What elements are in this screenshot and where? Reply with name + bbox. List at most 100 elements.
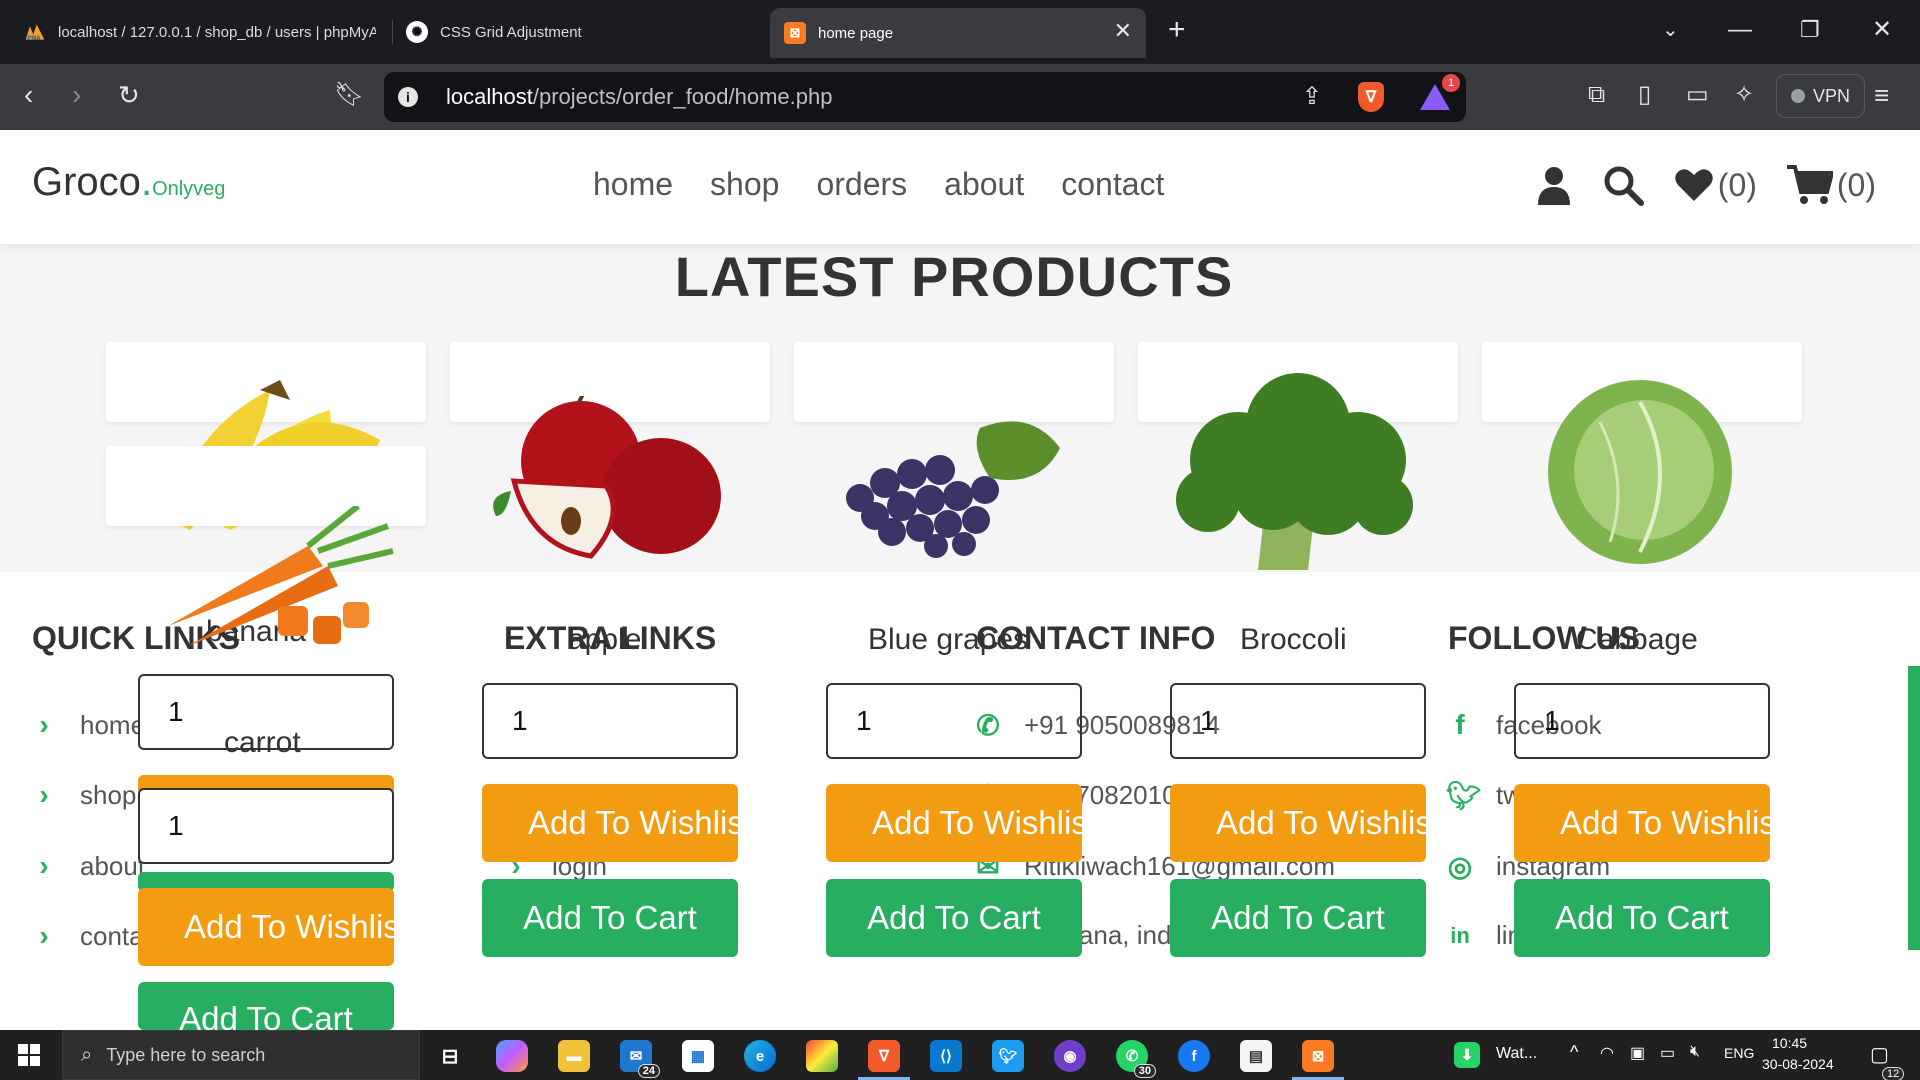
layers-app-icon[interactable]: [806, 1040, 838, 1072]
nav-contact[interactable]: contact: [1061, 166, 1164, 203]
menu-icon[interactable]: ≡: [1874, 80, 1889, 110]
page-scrollbar[interactable]: [1908, 666, 1920, 950]
url-text[interactable]: localhost/projects/order_food/home.php: [446, 84, 832, 110]
search-icon[interactable]: [1602, 164, 1644, 206]
mail-icon[interactable]: ✉ 24: [620, 1040, 660, 1078]
vscode-icon[interactable]: ⟨⟩: [930, 1040, 962, 1072]
leo-ai-icon[interactable]: ✧: [1734, 80, 1754, 110]
chevron-right-icon: ›: [39, 779, 49, 810]
grapes-image[interactable]: [830, 408, 1070, 558]
volume-mute-icon[interactable]: 🔇︎: [1690, 1043, 1700, 1061]
copilot-icon[interactable]: [496, 1040, 528, 1072]
product-name: Cabbage: [1576, 623, 1698, 656]
vpn-button[interactable]: VPN: [1776, 74, 1866, 118]
close-window-button[interactable]: ✕: [1872, 16, 1892, 44]
user-icon[interactable]: [1536, 165, 1572, 205]
tab-phpmyadmin[interactable]: PMA localhost / 127.0.0.1 / shop_db / us…: [10, 8, 390, 56]
whatsapp-tray-icon[interactable]: ⬇: [1454, 1042, 1480, 1068]
footer-link-home[interactable]: › home: [30, 709, 145, 741]
product-name: Blue grapes: [868, 623, 1029, 656]
brave-browser-icon[interactable]: ᐁ: [868, 1040, 900, 1072]
add-to-wishlist-button[interactable]: Add To Wishlist: [138, 888, 394, 966]
language-indicator[interactable]: ENG: [1724, 1045, 1754, 1061]
add-to-wishlist-button[interactable]: Add To Wishlist: [1514, 784, 1770, 862]
clock-time[interactable]: 10:45: [1772, 1035, 1807, 1051]
forward-button[interactable]: ›: [72, 80, 81, 110]
quantity-input[interactable]: 1: [138, 788, 394, 864]
add-to-cart-button[interactable]: Add To Cart: [1170, 879, 1426, 957]
restore-button[interactable]: ❐: [1800, 16, 1820, 44]
bookmark-icon[interactable]: 🔖︎: [334, 80, 364, 110]
search-icon: ⌕: [81, 1043, 93, 1066]
notification-center-icon[interactable]: ▢ 12: [1870, 1042, 1905, 1080]
apple-image[interactable]: [486, 396, 726, 566]
nav-home[interactable]: home: [593, 166, 673, 203]
twitter-app-icon[interactable]: 🐦︎: [992, 1040, 1024, 1072]
network-icon[interactable]: ◠: [1600, 1043, 1614, 1063]
extensions-icon[interactable]: ⧉: [1588, 80, 1605, 110]
add-to-wishlist-button[interactable]: Add To Wishlist: [482, 784, 738, 862]
taskbar-search[interactable]: ⌕ Type here to search: [62, 1030, 420, 1080]
brave-rewards-icon[interactable]: 1: [1420, 74, 1460, 110]
add-to-cart-button[interactable]: Add To Cart: [1514, 879, 1770, 957]
share-icon[interactable]: ⇪: [1302, 82, 1322, 112]
tab-css-grid[interactable]: ✺ CSS Grid Adjustment: [392, 8, 762, 56]
tab-close-icon[interactable]: ✕: [1114, 20, 1132, 42]
battery-icon[interactable]: ▭: [1660, 1043, 1675, 1063]
chatgpt-icon: ✺: [406, 21, 428, 43]
whatsapp-tray-label[interactable]: Wat...: [1496, 1045, 1537, 1063]
add-to-cart-button[interactable]: Add To Cart: [138, 982, 394, 1030]
carrot-image[interactable]: [158, 506, 398, 656]
back-button[interactable]: ‹: [24, 80, 33, 110]
cabbage-image[interactable]: [1540, 372, 1740, 572]
brave-shields-icon[interactable]: ᐁ: [1358, 82, 1384, 112]
site-info-icon[interactable]: i: [398, 87, 418, 107]
minimize-button[interactable]: —: [1728, 16, 1752, 44]
header-icons: (0) (0): [1536, 164, 1876, 206]
notepad-icon[interactable]: ▤: [1240, 1040, 1272, 1072]
quantity-input[interactable]: 1: [482, 683, 738, 759]
tab-home-page[interactable]: ⊠ home page ✕: [770, 8, 1146, 58]
windows-start-icon[interactable]: [18, 1044, 40, 1066]
tray-chevron-icon[interactable]: ^: [1570, 1042, 1578, 1063]
product-name: carrot: [224, 726, 301, 759]
nav-shop[interactable]: shop: [710, 166, 779, 203]
reload-button[interactable]: ↻: [118, 80, 140, 110]
linkedin-icon: in: [1450, 922, 1470, 948]
browser-tab-bar: PMA localhost / 127.0.0.1 / shop_db / us…: [0, 0, 1920, 64]
wishlist-link[interactable]: (0): [1674, 167, 1757, 204]
clock-date[interactable]: 30-08-2024: [1762, 1056, 1834, 1072]
chevron-right-icon: ›: [39, 920, 49, 951]
wishlist-count: (0): [1717, 166, 1757, 203]
task-view-icon[interactable]: ⊟: [434, 1040, 466, 1072]
edge-icon[interactable]: e: [744, 1040, 776, 1072]
site-nav: home shop orders about contact: [593, 166, 1164, 203]
facebook-app-icon[interactable]: f: [1178, 1040, 1210, 1072]
nav-about[interactable]: about: [944, 166, 1024, 203]
add-to-wishlist-button[interactable]: Add To Wishlist: [826, 784, 1082, 862]
cart-link[interactable]: (0): [1786, 164, 1876, 206]
broccoli-image[interactable]: [1168, 370, 1428, 580]
product-name: Broccoli: [1240, 623, 1347, 656]
add-to-wishlist-button[interactable]: Add To Wishlist: [1170, 784, 1426, 862]
quantity-input[interactable]: 1: [1170, 683, 1426, 759]
printer-icon[interactable]: ▣: [1630, 1043, 1645, 1063]
xampp-taskbar-icon[interactable]: ⊠: [1302, 1040, 1334, 1072]
site-logo[interactable]: Groco.Onlyveg: [32, 160, 225, 205]
quantity-input[interactable]: 1: [826, 683, 1082, 759]
github-icon[interactable]: ◉: [1054, 1040, 1086, 1072]
footer-link-about[interactable]: › about: [30, 850, 145, 882]
tab-list-chevron-icon[interactable]: ⌄: [1662, 16, 1679, 44]
file-explorer-icon[interactable]: ▬: [558, 1040, 590, 1072]
footer-link-shop[interactable]: › shop: [30, 779, 136, 811]
wallet-icon[interactable]: ▭: [1686, 80, 1709, 110]
nav-orders[interactable]: orders: [816, 166, 907, 203]
whatsapp-icon[interactable]: ✆ 30: [1116, 1040, 1156, 1078]
address-bar[interactable]: i localhost/projects/order_food/home.php…: [384, 72, 1466, 122]
sidebar-icon[interactable]: ▯: [1638, 80, 1651, 110]
microsoft-store-icon[interactable]: ▦: [682, 1040, 714, 1072]
new-tab-button[interactable]: +: [1168, 15, 1186, 45]
add-to-cart-button[interactable]: Add To Cart: [482, 879, 738, 957]
add-to-cart-button[interactable]: Add To Cart: [826, 879, 1082, 957]
quantity-input[interactable]: 1: [1514, 683, 1770, 759]
